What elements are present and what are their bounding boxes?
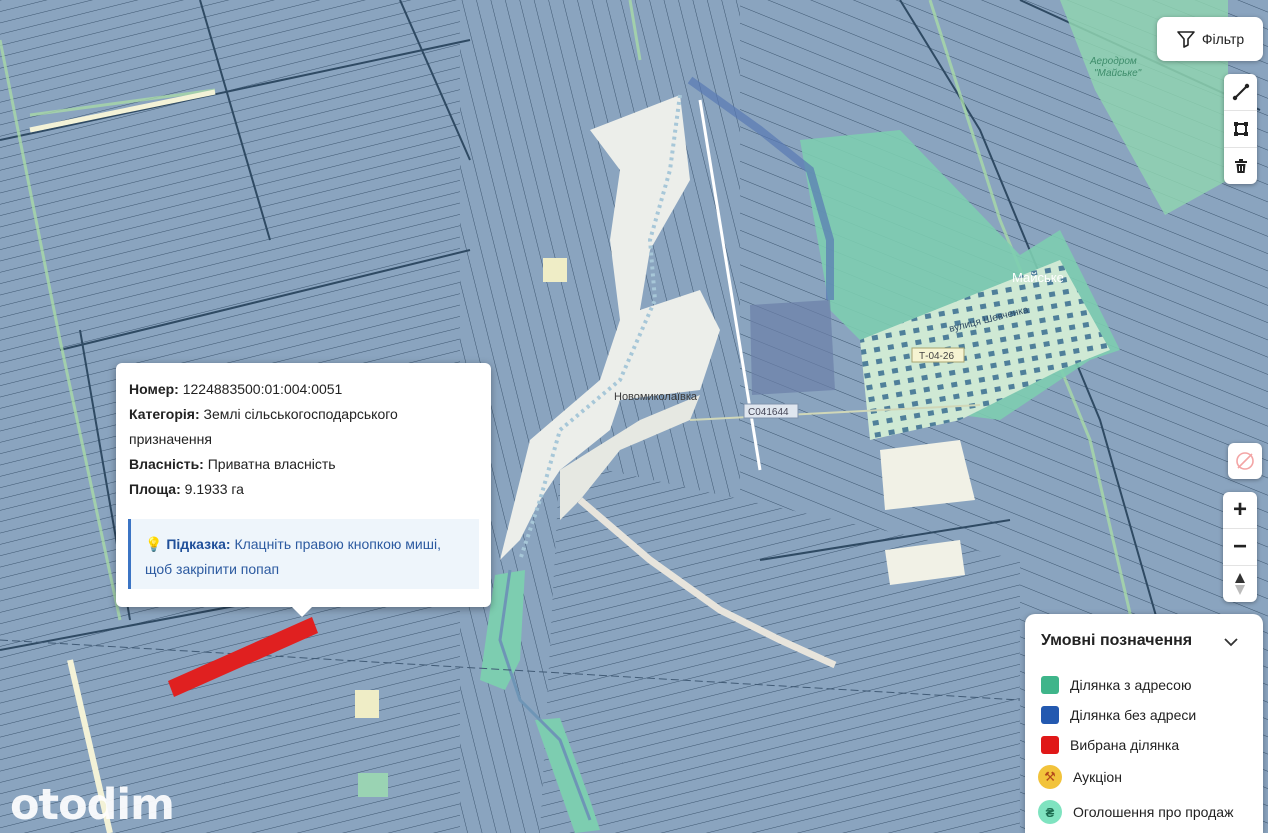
airfield-title: Аеродром bbox=[1089, 56, 1137, 67]
compass-icon bbox=[1235, 573, 1245, 595]
lightbulb-icon: 💡 bbox=[145, 536, 163, 552]
filter-icon bbox=[1177, 31, 1195, 48]
compass-button[interactable] bbox=[1223, 566, 1257, 602]
chevron-down-icon[interactable] bbox=[1223, 636, 1239, 648]
zoom-out-button[interactable]: − bbox=[1223, 529, 1257, 566]
village-label-maiske: Майське bbox=[1012, 270, 1064, 285]
popup-area-row: Площа: 9.1933 га bbox=[129, 477, 244, 502]
popup-ownership-row: Власність: Приватна власність bbox=[129, 452, 336, 477]
trash-icon bbox=[1234, 159, 1247, 173]
line-tool-button[interactable] bbox=[1224, 74, 1257, 111]
legend-swatch-selected bbox=[1041, 736, 1059, 754]
number-value: 1224883500:01:004:0051 bbox=[182, 381, 343, 397]
legend-swatch-address bbox=[1041, 676, 1059, 694]
legend-label-selected: Вибрана ділянка bbox=[1070, 737, 1180, 753]
popup-pointer bbox=[291, 606, 313, 617]
hint-text-2: щоб закріпити попап bbox=[145, 561, 280, 577]
number-label: Номер: bbox=[129, 381, 179, 397]
line-tool-icon bbox=[1232, 83, 1249, 101]
legend-item-no-address: Ділянка без адреси bbox=[1041, 706, 1196, 724]
draw-toolbar bbox=[1224, 74, 1257, 184]
popup-category-row: Категорія: Землі сільськогосподарського bbox=[129, 402, 398, 427]
legend-label-no-address: Ділянка без адреси bbox=[1070, 707, 1197, 723]
legend-item-selected: Вибрана ділянка bbox=[1041, 736, 1179, 754]
maiske-south-strip bbox=[880, 440, 975, 510]
legend-label-sale: Оголошення про продаж bbox=[1073, 804, 1234, 820]
zoom-out-icon: − bbox=[1232, 533, 1247, 560]
zoom-in-icon: + bbox=[1232, 496, 1247, 523]
compass-off-icon bbox=[1236, 452, 1254, 470]
road-code-2: С041644 bbox=[748, 407, 789, 418]
zoom-controls: + − bbox=[1223, 492, 1257, 602]
otodim-logo: otodim bbox=[10, 780, 175, 830]
airfield-name: "Майське" bbox=[1094, 68, 1142, 79]
hint-line-1: 💡 Підказка: Клацніть правою кнопкою миші… bbox=[145, 532, 469, 557]
area-label: Площа: bbox=[129, 481, 181, 497]
legend-panel: Умовні позначення Ділянка з адресою Діля… bbox=[1025, 614, 1263, 833]
legend-swatch-no-address bbox=[1041, 706, 1059, 724]
legend-label-address: Ділянка з адресою bbox=[1070, 677, 1192, 693]
parcel-yellow-2[interactable] bbox=[355, 690, 379, 718]
filter-label: Фільтр bbox=[1201, 31, 1245, 47]
auction-icon: ⚒ bbox=[1038, 765, 1062, 789]
hint-label: Підказка: bbox=[166, 536, 231, 552]
category-value-line2: призначення bbox=[129, 431, 212, 447]
legend-title: Умовні позначення bbox=[1041, 632, 1193, 649]
village-label-novomykolaivka: Новомиколаївка bbox=[614, 391, 698, 403]
ownership-label: Власність: bbox=[129, 456, 204, 472]
popup-category-row-2: призначення bbox=[129, 427, 212, 452]
category-value-line1: Землі сільськогосподарського bbox=[203, 406, 398, 422]
popup-number-row: Номер: 1224883500:01:004:0051 bbox=[129, 377, 342, 402]
parcel-popup[interactable]: Номер: 1224883500:01:004:0051 Категорія:… bbox=[116, 363, 491, 617]
area-value: 9.1933 га bbox=[184, 481, 244, 497]
delete-tool-button[interactable] bbox=[1224, 148, 1257, 184]
hryvnia-icon: ₴ bbox=[1038, 800, 1062, 824]
legend-item-address: Ділянка з адресою bbox=[1041, 676, 1191, 694]
parcel-green-1[interactable] bbox=[358, 773, 388, 797]
filter-button[interactable]: Фільтр bbox=[1157, 17, 1263, 61]
legend-item-sale: ₴ Оголошення про продаж bbox=[1038, 800, 1233, 824]
ownership-value: Приватна власність bbox=[207, 456, 336, 472]
popup-hint: 💡 Підказка: Клацніть правою кнопкою миші… bbox=[128, 519, 479, 589]
category-label: Категорія: bbox=[129, 406, 200, 422]
legend-item-auction: ⚒ Аукціон bbox=[1038, 765, 1122, 789]
hint-text-1: Клацніть правою кнопкою миші, bbox=[234, 536, 441, 552]
selected-hatch bbox=[750, 300, 835, 395]
polygon-tool-icon bbox=[1233, 122, 1248, 136]
road-code-1: Т-04-26 bbox=[919, 351, 954, 362]
polygon-tool-button[interactable] bbox=[1224, 111, 1257, 148]
reset-bearing-button[interactable] bbox=[1228, 443, 1262, 479]
legend-label-auction: Аукціон bbox=[1073, 769, 1122, 785]
parcel-yellow-1[interactable] bbox=[543, 258, 567, 282]
zoom-in-button[interactable]: + bbox=[1223, 492, 1257, 529]
